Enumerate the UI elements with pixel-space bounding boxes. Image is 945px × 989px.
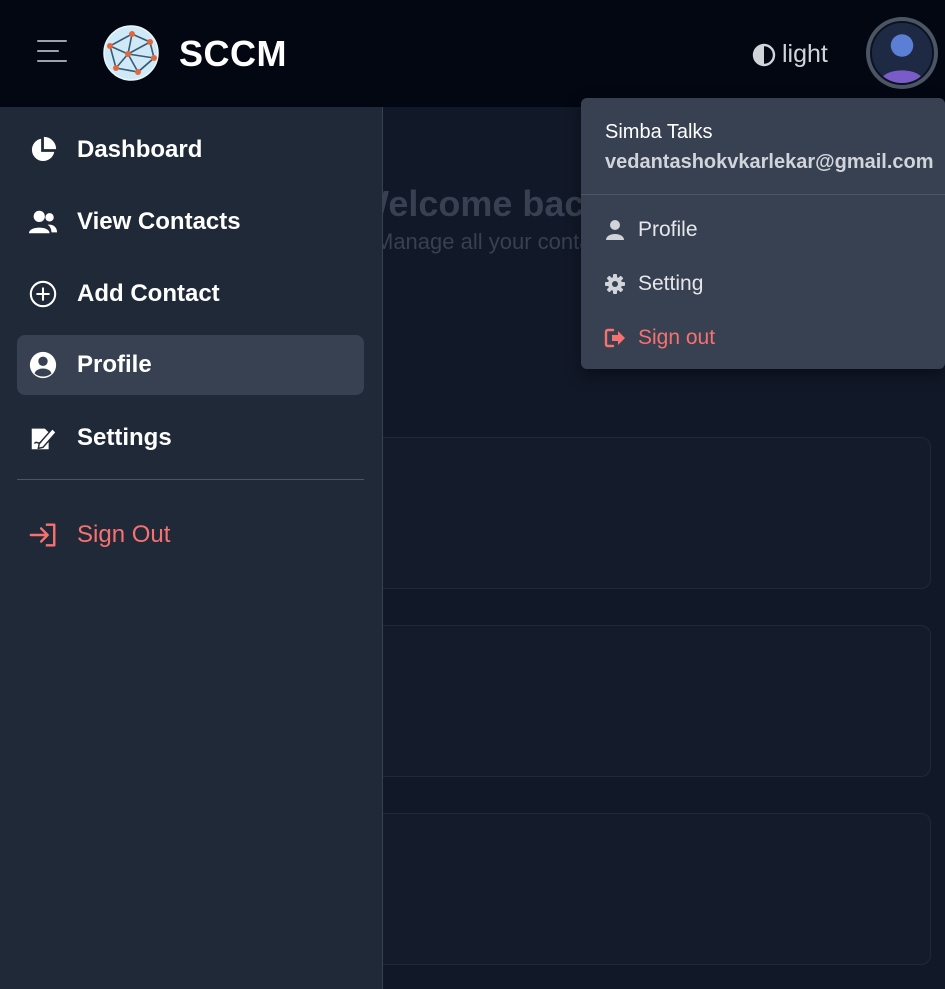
- theme-toggle-button[interactable]: light: [752, 40, 828, 69]
- globe-logo-icon: [102, 24, 160, 82]
- half-circle-icon: [752, 43, 776, 66]
- sidebar-item-sign-out[interactable]: Sign Out: [17, 505, 364, 565]
- gear-icon: [605, 274, 625, 294]
- user-menu-item-profile[interactable]: Profile: [604, 214, 698, 246]
- sidebar-item-profile[interactable]: Profile: [17, 335, 364, 395]
- user-icon: [606, 220, 624, 240]
- user-circle-icon: [27, 349, 59, 381]
- top-navbar: SCCM light: [0, 0, 945, 107]
- dashboard-card: [373, 813, 931, 965]
- sidebar-item-settings[interactable]: Settings: [17, 408, 364, 468]
- user-menu-item-sign-out[interactable]: Sign out: [604, 322, 715, 354]
- plus-circle-icon: [27, 278, 59, 310]
- sidebar-item-add-contact[interactable]: Add Contact: [17, 264, 364, 324]
- user-menu-item-setting[interactable]: Setting: [604, 268, 703, 300]
- sidebar-item-dashboard[interactable]: Dashboard: [17, 120, 364, 180]
- theme-label: light: [782, 40, 828, 68]
- user-menu-dropdown: Simba Talks vedantashokvkarlekar@gmail.c…: [581, 98, 945, 369]
- user-menu-item-label: Setting: [638, 272, 704, 295]
- user-menu-item-label: Sign out: [638, 326, 716, 349]
- user-avatar-button[interactable]: [866, 17, 938, 89]
- user-menu-email: vedantashokvkarlekar@gmail.com: [605, 151, 934, 173]
- dashboard-card: [373, 625, 931, 777]
- sign-out-icon: [604, 328, 625, 348]
- sidebar: Dashboard View Contacts Add Contact Prof…: [0, 107, 383, 989]
- users-icon: [27, 206, 59, 238]
- brand-name[interactable]: SCCM: [179, 33, 287, 75]
- sidebar-item-label: Sign Out: [77, 521, 171, 548]
- sidebar-item-label: View Contacts: [77, 208, 241, 235]
- chart-pie-icon: [27, 134, 59, 166]
- sidebar-item-label: Profile: [77, 351, 152, 378]
- sidebar-item-label: Dashboard: [77, 136, 203, 163]
- user-menu-name: Simba Talks: [605, 121, 713, 143]
- user-menu-item-label: Profile: [638, 218, 698, 241]
- dashboard-card: [373, 437, 931, 589]
- sidebar-item-label: Settings: [77, 424, 172, 451]
- user-menu-divider: [581, 194, 945, 195]
- sidebar-item-label: Add Contact: [77, 280, 220, 307]
- sidebar-item-view-contacts[interactable]: View Contacts: [17, 192, 364, 252]
- avatar-person-icon: [872, 23, 932, 83]
- sidebar-divider: [17, 479, 364, 480]
- file-signature-icon: [27, 422, 59, 454]
- sign-in-arrow-icon: [27, 519, 59, 551]
- menu-toggle-icon[interactable]: [37, 40, 69, 66]
- avatar: [870, 21, 934, 85]
